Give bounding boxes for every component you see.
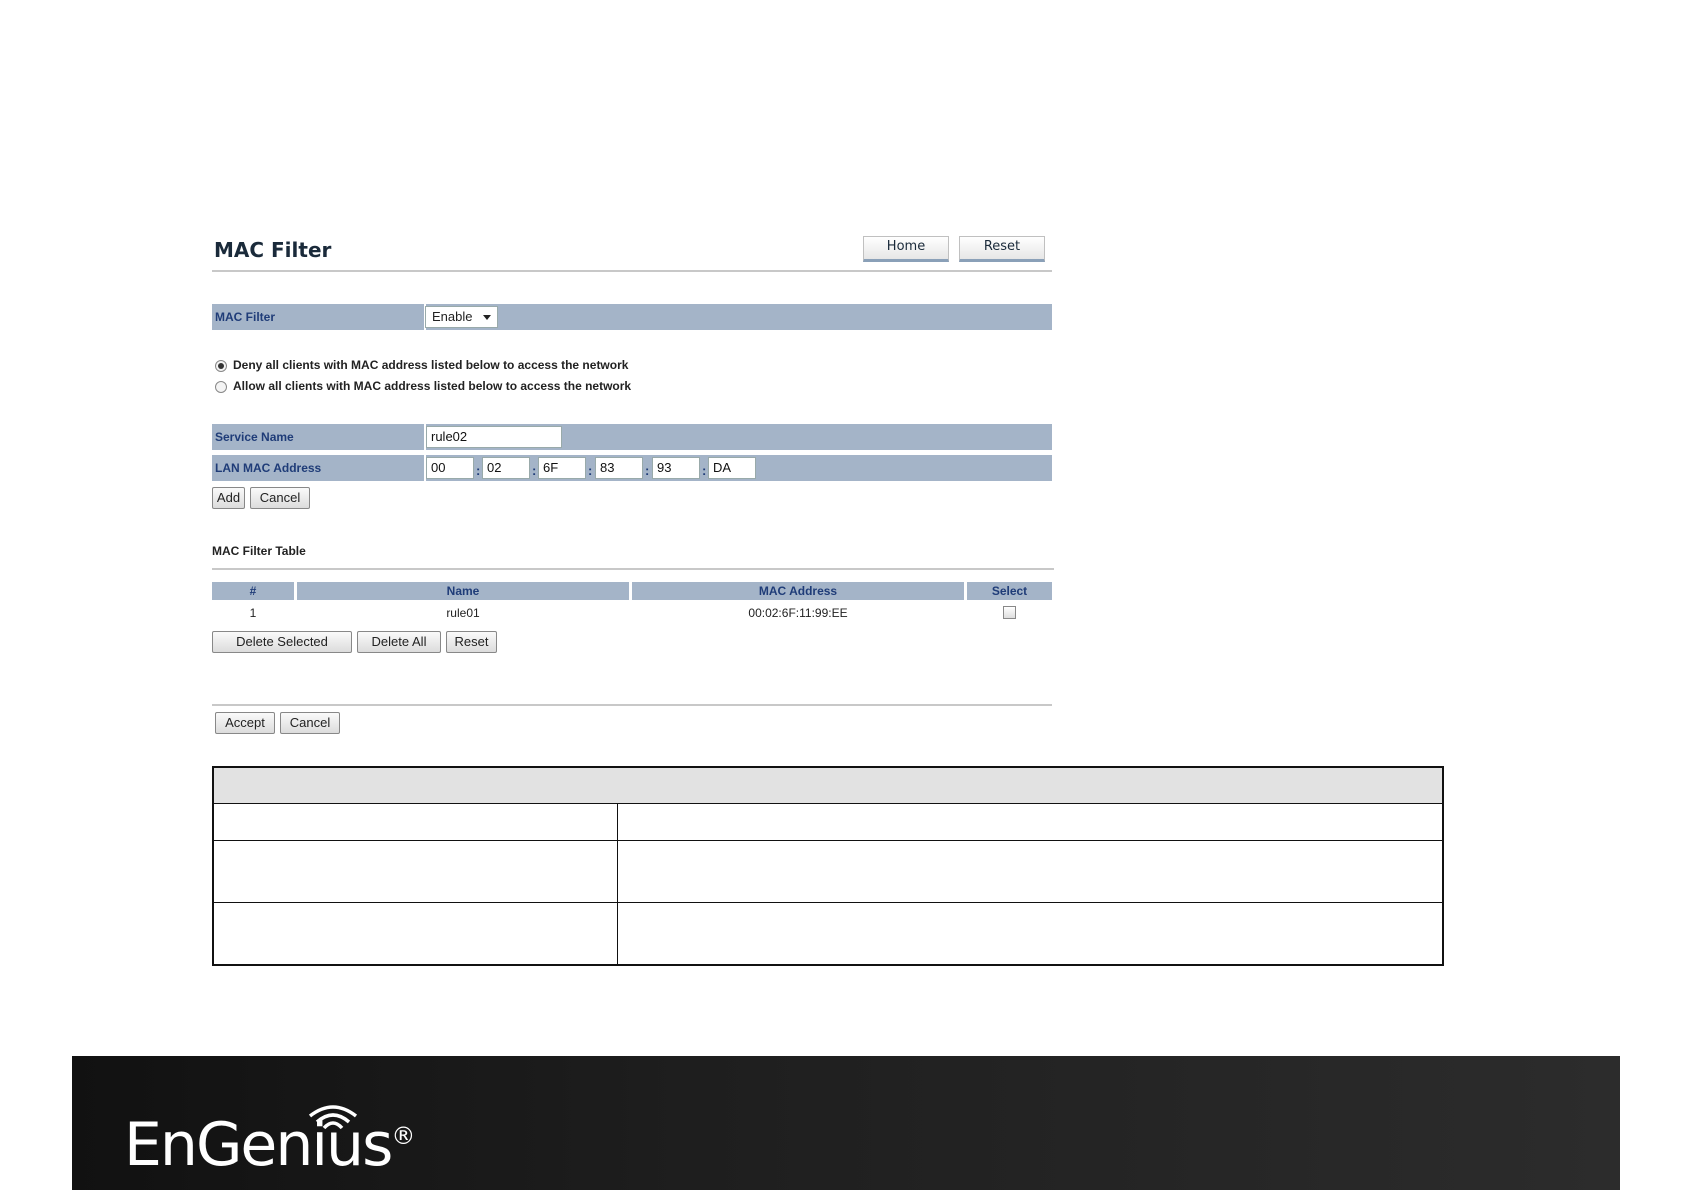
page: MAC Filter Home Reset MAC Filter Enable … (0, 0, 1684, 1190)
mac-octet-1-input[interactable]: 00 (426, 457, 474, 479)
service-name-row: Service Name rule02 (212, 424, 1052, 450)
col-select-header: Select (967, 582, 1052, 600)
col-mac-header: MAC Address (632, 582, 964, 600)
mac-octet-5-input[interactable]: 93 (652, 457, 700, 479)
mac-octet-4-input[interactable]: 83 (595, 457, 643, 479)
table-rule (214, 840, 1442, 841)
service-name-input[interactable]: rule02 (426, 426, 562, 448)
row-mac: 00:02:6F:11:99:EE (748, 606, 848, 620)
mac-filter-label: MAC Filter (215, 310, 275, 324)
row-select-checkbox[interactable] (1003, 606, 1016, 619)
row-num: 1 (249, 606, 257, 620)
description-table-header (214, 768, 1442, 804)
mac-separator: : (532, 463, 537, 478)
accept-button[interactable]: Accept (215, 712, 275, 734)
policy-deny-label: Deny all clients with MAC address listed… (233, 358, 629, 372)
table-divider (212, 568, 1054, 570)
mac-separator: : (588, 463, 593, 478)
radio-selected-icon[interactable] (215, 359, 227, 372)
table-rule (214, 902, 1442, 903)
radio-unselected-icon[interactable] (215, 380, 227, 393)
policy-allow-label: Allow all clients with MAC address liste… (233, 379, 632, 393)
mac-filter-select[interactable]: Enable (425, 306, 498, 328)
chevron-down-icon (483, 315, 491, 320)
cancel-form-button[interactable]: Cancel (250, 487, 310, 509)
home-button[interactable]: Home (863, 236, 949, 262)
bottom-divider (212, 704, 1052, 706)
add-button[interactable]: Add (212, 487, 245, 509)
lan-mac-label: LAN MAC Address (215, 461, 322, 475)
row-name: rule01 (446, 606, 480, 620)
mac-filter-select-value: Enable (432, 309, 473, 324)
mac-separator: : (702, 463, 707, 478)
filter-table: # Name MAC Address Select 1 rule01 00:02… (212, 582, 1052, 626)
mac-octet-3-input[interactable]: 6F (538, 457, 586, 479)
col-num-header: # (212, 582, 294, 600)
lan-mac-row: LAN MAC Address 00 : 02 : 6F : 83 : 93 :… (212, 455, 1052, 481)
footer-banner: EnGenius® (72, 1056, 1620, 1190)
reset-top-button[interactable]: Reset (959, 236, 1045, 262)
page-title: MAC Filter (214, 238, 332, 262)
title-divider (212, 270, 1052, 272)
cancel-bottom-button[interactable]: Cancel (280, 712, 340, 734)
table-column-rule (617, 804, 618, 964)
mac-filter-row: MAC Filter Enable (212, 304, 1052, 330)
mac-separator: : (645, 463, 650, 478)
col-name-header: Name (297, 582, 629, 600)
description-table (212, 766, 1444, 966)
mac-octet-2-input[interactable]: 02 (482, 457, 530, 479)
engenius-logo: EnGenius® (124, 1110, 415, 1180)
policy-allow-option[interactable]: Allow all clients with MAC address liste… (215, 379, 631, 393)
delete-all-button[interactable]: Delete All (357, 631, 441, 653)
filter-table-title: MAC Filter Table (212, 544, 306, 558)
service-name-label: Service Name (215, 430, 294, 444)
brand-name: EnGenius (124, 1110, 393, 1180)
mac-octet-6-input[interactable]: DA (708, 457, 756, 479)
delete-selected-button[interactable]: Delete Selected (212, 631, 352, 653)
reset-table-button[interactable]: Reset (446, 631, 497, 653)
mac-separator: : (476, 463, 481, 478)
registered-mark: ® (391, 1122, 416, 1150)
policy-deny-option[interactable]: Deny all clients with MAC address listed… (215, 358, 628, 372)
